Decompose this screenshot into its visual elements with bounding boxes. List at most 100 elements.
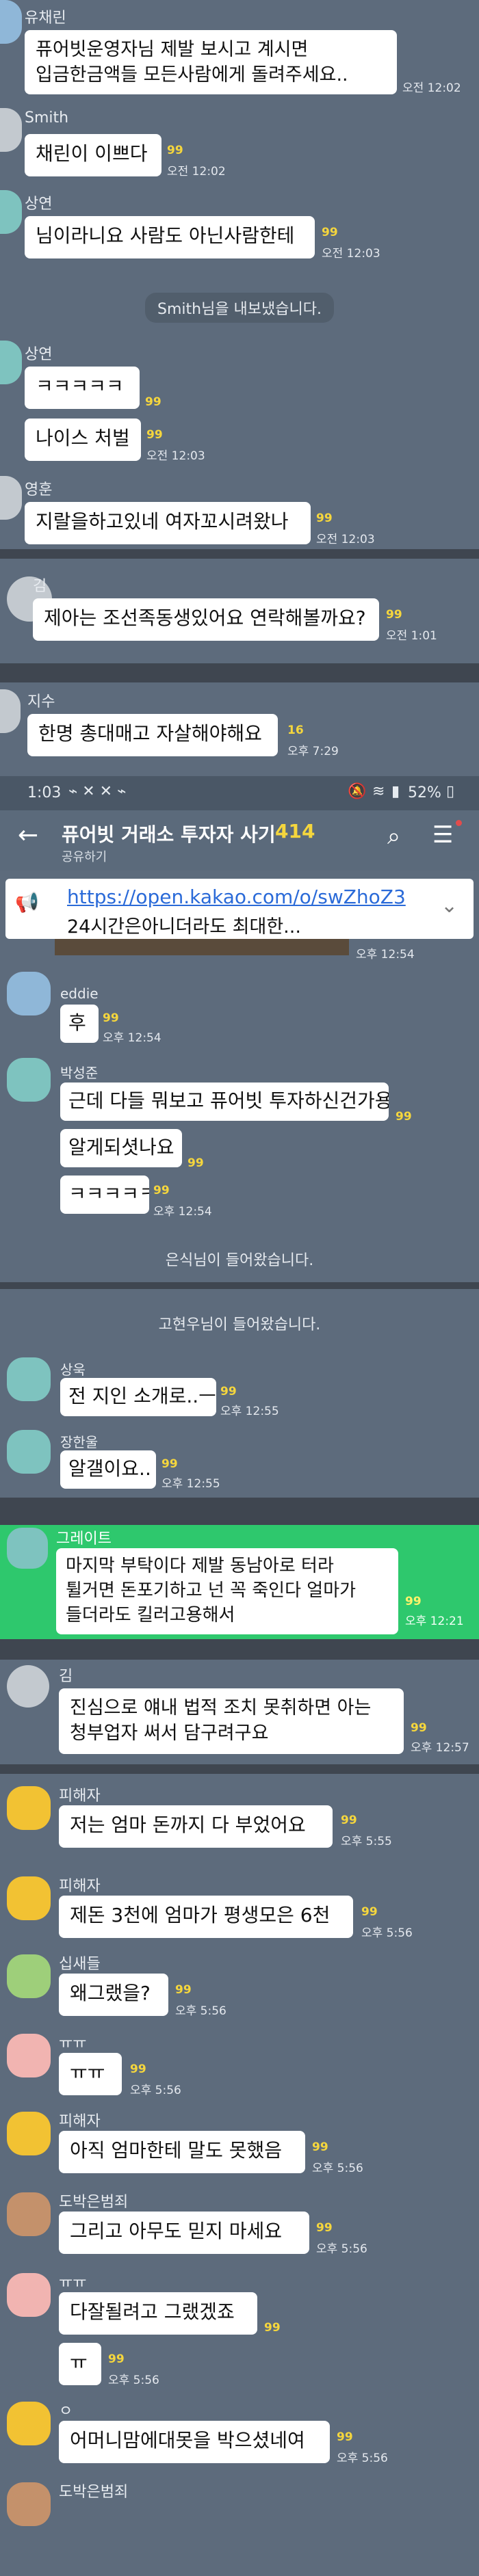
message-bubble[interactable]: 왜그랬을? — [59, 1974, 168, 2016]
message-bubble[interactable]: ㅠㅠ — [59, 2053, 122, 2095]
divider — [0, 663, 479, 682]
message-bubble[interactable]: 채린이 이쁘다 — [25, 134, 161, 176]
message-bubble[interactable]: 한명 총대매고 자살해야해요 — [27, 714, 278, 756]
back-arrow-icon[interactable]: ← — [18, 821, 38, 849]
avatar[interactable] — [7, 1058, 51, 1102]
unread-count: 99 — [103, 1011, 119, 1025]
message-bubble[interactable]: 퓨어빗운영자님 제발 보시고 계시면 입금한금액들 모든사람에게 돌려주세요.. — [25, 30, 397, 94]
message-bubble[interactable]: 아직 엄마한테 말도 못했음 — [59, 2131, 305, 2173]
message-bubble[interactable]: 저는 엄마 돈까지 다 부었어요 — [59, 1805, 333, 1848]
menu-icon[interactable]: ☰ — [432, 821, 453, 849]
message-bubble[interactable]: 알게되셧나요 — [60, 1129, 182, 1167]
message-bubble[interactable]: ㅋㅋㅋㅋㅋ — [25, 367, 140, 409]
battery-level: 52% — [408, 784, 441, 801]
message-time: 오후 12:54 — [153, 1205, 212, 1219]
avatar-apeach-icon[interactable] — [7, 2034, 51, 2077]
message-time: 오전 12:02 — [402, 81, 461, 95]
message-time: 오후 5:56 — [312, 2162, 363, 2175]
avatar-muzi-icon[interactable] — [7, 1954, 51, 1998]
avatar[interactable] — [0, 476, 22, 520]
unread-count: 99 — [187, 1156, 204, 1170]
sender-name: 피해자 — [59, 1788, 101, 1805]
megaphone-icon: 📢 — [15, 891, 39, 914]
image-fragment[interactable] — [55, 939, 349, 955]
sender-name: 김 — [59, 1668, 73, 1685]
message-bubble[interactable]: 지랄을하고있네 여자꼬시려왔나 — [25, 502, 311, 544]
avatar-apeach-icon[interactable] — [7, 2273, 51, 2317]
unread-count: 99 — [337, 2430, 353, 2444]
avatar[interactable] — [0, 341, 22, 384]
avatar-ryan-icon[interactable] — [7, 2402, 51, 2445]
share-subtitle[interactable]: 공유하기 — [62, 847, 107, 865]
chat-segment-1: 유채린 퓨어빗운영자님 제발 보시고 계시면 입금한금액들 모든사람에게 돌려주… — [0, 0, 479, 549]
message-bubble[interactable]: ㅋㅋㅋㅋㅋ — [60, 1176, 149, 1214]
sender-name: 도박은범죄 — [59, 2484, 129, 2501]
avatar[interactable] — [0, 190, 22, 234]
avatar[interactable] — [7, 1430, 51, 1474]
message-bubble[interactable]: 다잘될려고 그랬겠죠 — [59, 2292, 257, 2335]
avatar[interactable] — [0, 0, 22, 44]
avatar-ryan-icon[interactable] — [7, 2112, 51, 2155]
message-time: 오후 5:56 — [175, 2004, 226, 2018]
unread-count: 99 — [341, 1814, 357, 1827]
message-bubble[interactable]: 그리고 아무도 믿지 마세요 — [59, 2212, 309, 2254]
avatar-ryan-icon[interactable] — [7, 1876, 51, 1920]
avatar-ryan-icon[interactable] — [7, 1786, 51, 1830]
avatar[interactable] — [7, 1665, 49, 1708]
unread-count: 99 — [322, 226, 338, 239]
message-time: 오후 5:56 — [361, 1926, 413, 1940]
message-bubble[interactable]: 전 지인 소개로..ㅡ — [60, 1378, 216, 1416]
message-time: 오전 12:03 — [146, 449, 205, 463]
search-icon[interactable]: ⌕ — [387, 823, 400, 850]
unread-count: 99 — [161, 1457, 178, 1471]
message-bubble[interactable]: 어머니맘에대못을 박으셨네여 — [59, 2421, 330, 2463]
message-bubble[interactable]: 근데 다들 뭐보고 퓨어빗 투자하신건가용 — [60, 1083, 389, 1121]
sender-name: ㅠㅠ — [59, 2274, 87, 2292]
unread-count: 99 — [316, 512, 333, 525]
avatar[interactable] — [0, 108, 22, 152]
message-time: 오후 5:56 — [337, 2452, 388, 2465]
message-time: 오전 12:03 — [322, 247, 380, 261]
avatar[interactable] — [0, 689, 21, 733]
message-time: 오후 5:56 — [316, 2242, 367, 2256]
unread-count: 99 — [312, 2140, 328, 2154]
message-bubble[interactable]: 제돈 3천에 엄마가 평생모은 6천 — [59, 1896, 353, 1938]
message-bubble[interactable]: 나이스 처벌 — [25, 419, 141, 461]
sender-name: 영훈 — [25, 481, 53, 499]
system-message-text: Smith님을 내보냈습니다. — [145, 293, 334, 323]
app-bar: ← 퓨어빗 거래소 투자자 사기 414 공유하기 ⌕ ☰ — [0, 810, 479, 871]
unread-count: 99 — [146, 428, 163, 442]
message-bubble[interactable]: 알갤이요.. — [60, 1450, 156, 1489]
avatar[interactable] — [7, 972, 51, 1015]
sender-name: 김 — [33, 578, 47, 595]
notice-text: 24시간은아니더라도 최대한... — [67, 916, 301, 938]
sender-name: ㅠㅠ — [59, 2035, 87, 2052]
avatar-frodo-icon[interactable] — [7, 2192, 51, 2236]
unread-count: 99 — [220, 1385, 237, 1398]
message-bubble[interactable]: 마지막 부탁이다 제발 동남아로 터라 튈거면 돈포기하고 넌 꼭 죽인다 얼마… — [56, 1548, 398, 1634]
unread-count: 99 — [130, 2062, 146, 2076]
message-bubble[interactable]: 제아는 조선족동생있어요 연락해볼까요? — [33, 598, 379, 641]
avatar[interactable] — [7, 1357, 51, 1401]
message-bubble[interactable]: 진심으로 얘내 법적 조치 못취하면 아는 청부업자 써서 담구려구요 — [59, 1688, 404, 1754]
chat-segment-5: 그레이트 마지막 부탁이다 제발 동남아로 터라 튈거면 돈포기하고 넌 꼭 죽… — [0, 1525, 479, 1639]
message-bubble[interactable]: 님이라니요 사람도 아닌사람한테 — [25, 216, 315, 258]
message-time: 오전 12:03 — [316, 533, 375, 546]
notice-banner[interactable]: 📢 https://open.kakao.com/o/swZhoZ3 24시간은… — [5, 879, 474, 939]
notification-icons: ⌁ ✕ ✕ ⌁ — [68, 783, 127, 800]
avatar[interactable] — [7, 1528, 48, 1569]
divider — [0, 549, 479, 559]
notice-link[interactable]: https://open.kakao.com/o/swZhoZ3 — [67, 886, 406, 908]
message-time: 오후 12:54 — [103, 1031, 161, 1045]
sender-name: 상연 — [25, 346, 53, 363]
message-bubble[interactable]: ㅠ — [59, 2343, 101, 2385]
unread-count: 99 — [386, 608, 402, 622]
message-bubble[interactable]: 후 — [60, 1005, 99, 1043]
message-time: 오후 12:55 — [161, 1477, 220, 1491]
avatar-frodo-icon[interactable] — [7, 2482, 51, 2526]
message-time: 오후 12:21 — [405, 1615, 464, 1628]
sender-name: 지수 — [27, 693, 55, 711]
chat-segment-7: 피해자 저는 엄마 돈까지 다 부었어요 99 오후 5:55 피해자 제돈 3… — [0, 1774, 479, 2576]
chevron-down-icon[interactable]: ⌄ — [441, 894, 458, 918]
sender-name: eddie — [60, 985, 99, 1002]
